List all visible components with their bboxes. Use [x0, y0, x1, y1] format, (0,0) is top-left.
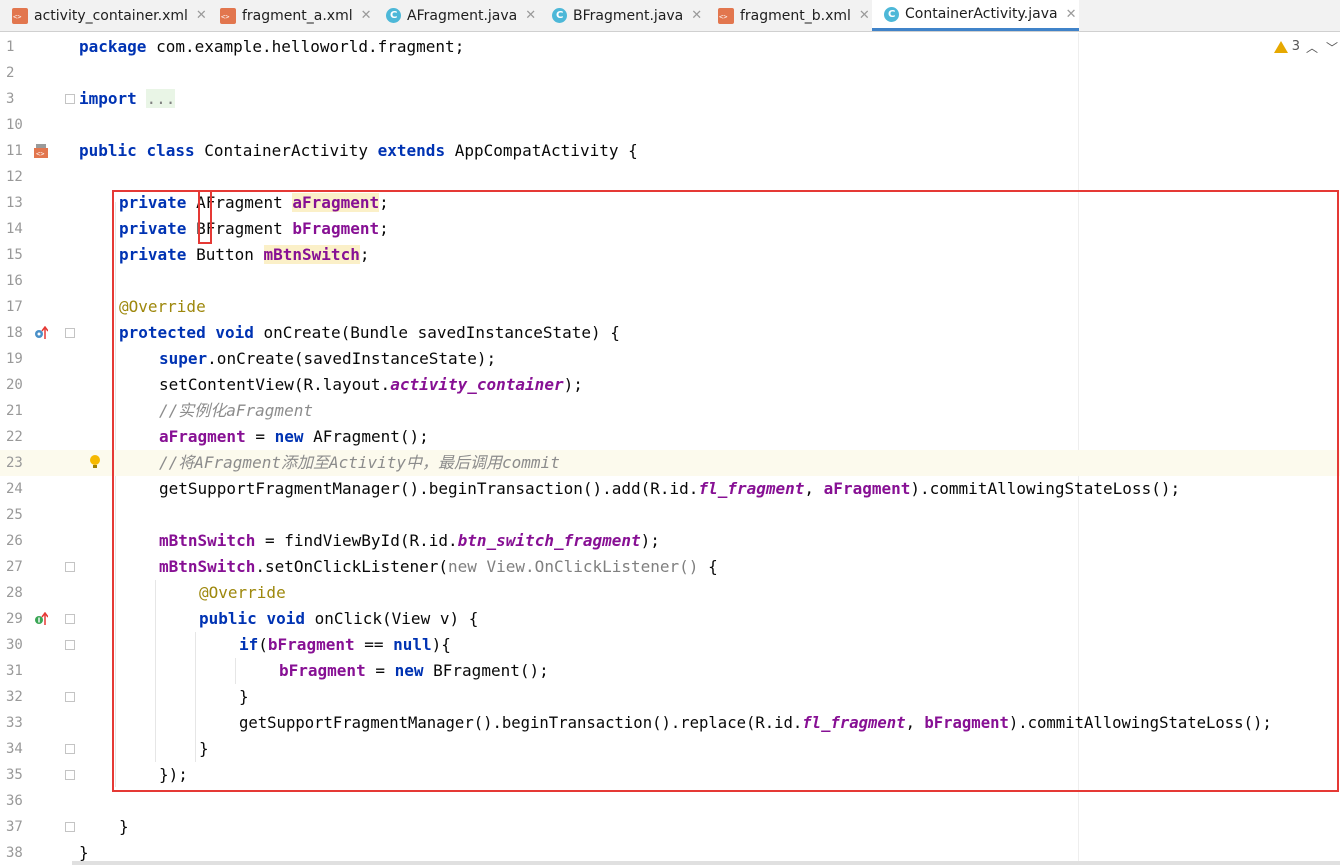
close-icon[interactable]: ✕	[1066, 7, 1077, 22]
line-number: 28	[6, 585, 23, 601]
close-icon[interactable]: ✕	[691, 8, 702, 23]
editor-tab-bar: activity_container.xml ✕ fragment_a.xml …	[0, 0, 1340, 32]
line-number: 25	[6, 507, 23, 523]
java-class-icon	[386, 8, 401, 23]
tab-afragment-java[interactable]: AFragment.java ✕	[374, 0, 536, 31]
line-number: 3	[6, 91, 15, 107]
line-number: 21	[6, 403, 23, 419]
line-number: 15	[6, 247, 23, 263]
annotation-highlight-box	[112, 190, 1339, 792]
code-line: 37 }	[0, 814, 1340, 840]
code-text: import ...	[79, 89, 176, 108]
line-number: 36	[6, 793, 23, 809]
lightbulb-icon[interactable]	[89, 455, 101, 469]
line-number: 22	[6, 429, 23, 445]
svg-text:<>: <>	[36, 150, 44, 158]
tab-label: ContainerActivity.java	[905, 6, 1058, 22]
line-number: 17	[6, 299, 23, 315]
fold-toggle-icon[interactable]	[65, 614, 75, 624]
implement-method-icon[interactable]	[34, 612, 48, 626]
close-icon[interactable]: ✕	[859, 8, 870, 23]
xml-file-icon	[718, 7, 734, 24]
line-number: 38	[6, 845, 23, 861]
tab-containeractivity-java[interactable]: ContainerActivity.java ✕	[872, 0, 1079, 31]
tab-activity-container-xml[interactable]: activity_container.xml ✕	[0, 0, 207, 31]
fold-toggle-icon[interactable]	[65, 822, 75, 832]
java-class-icon	[884, 6, 899, 22]
close-icon[interactable]: ✕	[361, 8, 372, 23]
line-number: 14	[6, 221, 23, 237]
fold-toggle-icon[interactable]	[65, 328, 75, 338]
fold-toggle-icon[interactable]	[65, 692, 75, 702]
line-number: 27	[6, 559, 23, 575]
line-number: 29	[6, 611, 23, 627]
fold-toggle-icon[interactable]	[65, 744, 75, 754]
fold-toggle-icon[interactable]	[65, 94, 75, 104]
line-number: 16	[6, 273, 23, 289]
line-number: 10	[6, 117, 23, 133]
code-line: 2	[0, 60, 1340, 86]
tab-label: AFragment.java	[407, 7, 518, 24]
code-line: 10	[0, 112, 1340, 138]
code-line: 3 import ...	[0, 86, 1340, 112]
tab-fragment-b-xml[interactable]: fragment_b.xml ✕	[706, 0, 870, 31]
line-number: 19	[6, 351, 23, 367]
tab-label: fragment_a.xml	[242, 7, 353, 24]
line-number: 2	[6, 65, 15, 81]
line-number: 18	[6, 325, 23, 341]
horizontal-scrollbar[interactable]	[72, 861, 1340, 865]
line-number: 33	[6, 715, 23, 731]
line-number: 13	[6, 195, 23, 211]
folded-imports[interactable]: ...	[146, 89, 176, 108]
line-number: 34	[6, 741, 23, 757]
annotation-highlight-box-small	[198, 190, 212, 244]
tab-label: activity_container.xml	[34, 7, 188, 24]
code-text: }	[119, 817, 129, 836]
code-line: 11 <> public class ContainerActivity ext…	[0, 138, 1340, 164]
code-text: public class ContainerActivity extends A…	[79, 141, 638, 160]
tab-label: BFragment.java	[573, 7, 684, 24]
line-number: 1	[6, 39, 15, 55]
code-line: 1 package com.example.helloworld.fragmen…	[0, 34, 1340, 60]
code-editor[interactable]: 3 ︿ ﹀ 1 package com.example.helloworld.f…	[0, 33, 1340, 865]
line-number: 31	[6, 663, 23, 679]
override-method-icon[interactable]	[34, 326, 48, 340]
line-number: 30	[6, 637, 23, 653]
tab-fragment-a-xml[interactable]: fragment_a.xml ✕	[208, 0, 372, 31]
xml-file-icon	[220, 7, 236, 24]
line-number: 37	[6, 819, 23, 835]
xml-file-icon	[12, 7, 28, 24]
java-class-icon	[552, 8, 567, 23]
tab-bfragment-java[interactable]: BFragment.java ✕	[540, 0, 702, 31]
fold-toggle-icon[interactable]	[65, 770, 75, 780]
code-text: package com.example.helloworld.fragment;	[79, 37, 465, 56]
close-icon[interactable]: ✕	[525, 8, 536, 23]
close-icon[interactable]: ✕	[196, 8, 207, 23]
line-number: 12	[6, 169, 23, 185]
tab-label: fragment_b.xml	[740, 7, 851, 24]
line-number: 35	[6, 767, 23, 783]
fold-toggle-icon[interactable]	[65, 640, 75, 650]
line-number: 24	[6, 481, 23, 497]
line-number: 26	[6, 533, 23, 549]
code-line: 12	[0, 164, 1340, 190]
fold-toggle-icon[interactable]	[65, 562, 75, 572]
line-number: 32	[6, 689, 23, 705]
line-number: 20	[6, 377, 23, 393]
line-number: 23	[6, 455, 23, 471]
layout-file-icon[interactable]: <>	[34, 144, 48, 158]
line-number: 11	[6, 143, 23, 159]
